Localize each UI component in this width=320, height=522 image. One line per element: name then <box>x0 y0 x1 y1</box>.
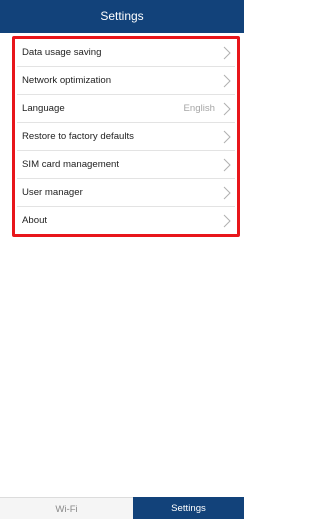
chevron-right-icon <box>223 214 231 228</box>
menu-item-data-usage-saving[interactable]: Data usage saving <box>17 39 235 67</box>
chevron-right-icon <box>223 46 231 60</box>
header-bar: Settings <box>0 0 244 33</box>
menu-item-about[interactable]: About <box>17 207 235 234</box>
bottom-tab-bar: Wi-Fi Settings <box>0 497 244 519</box>
menu-item-network-optimization[interactable]: Network optimization <box>17 67 235 95</box>
chevron-right-icon <box>223 74 231 88</box>
menu-item-label: Language <box>22 103 65 114</box>
tab-settings[interactable]: Settings <box>133 497 244 519</box>
menu-item-user-manager[interactable]: User manager <box>17 179 235 207</box>
menu-item-label: About <box>22 215 48 226</box>
chevron-right-icon <box>223 186 231 200</box>
settings-menu: Data usage saving Network optimization L… <box>12 36 240 237</box>
menu-item-label: User manager <box>22 187 83 198</box>
menu-item-label: Network optimization <box>22 75 112 86</box>
tab-label: Wi-Fi <box>55 504 78 515</box>
page-title: Settings <box>100 9 144 23</box>
language-value: English <box>183 103 215 114</box>
tab-label: Settings <box>171 503 206 514</box>
menu-item-label: Restore to factory defaults <box>22 131 134 142</box>
menu-item-sim-card-management[interactable]: SIM card management <box>17 151 235 179</box>
menu-item-label: Data usage saving <box>22 47 102 58</box>
menu-item-label: SIM card management <box>22 159 120 170</box>
menu-item-language[interactable]: Language English <box>17 95 235 123</box>
tab-wifi[interactable]: Wi-Fi <box>0 497 133 519</box>
menu-item-restore-factory-defaults[interactable]: Restore to factory defaults <box>17 123 235 151</box>
chevron-right-icon <box>223 130 231 144</box>
chevron-right-icon <box>223 102 231 116</box>
chevron-right-icon <box>223 158 231 172</box>
